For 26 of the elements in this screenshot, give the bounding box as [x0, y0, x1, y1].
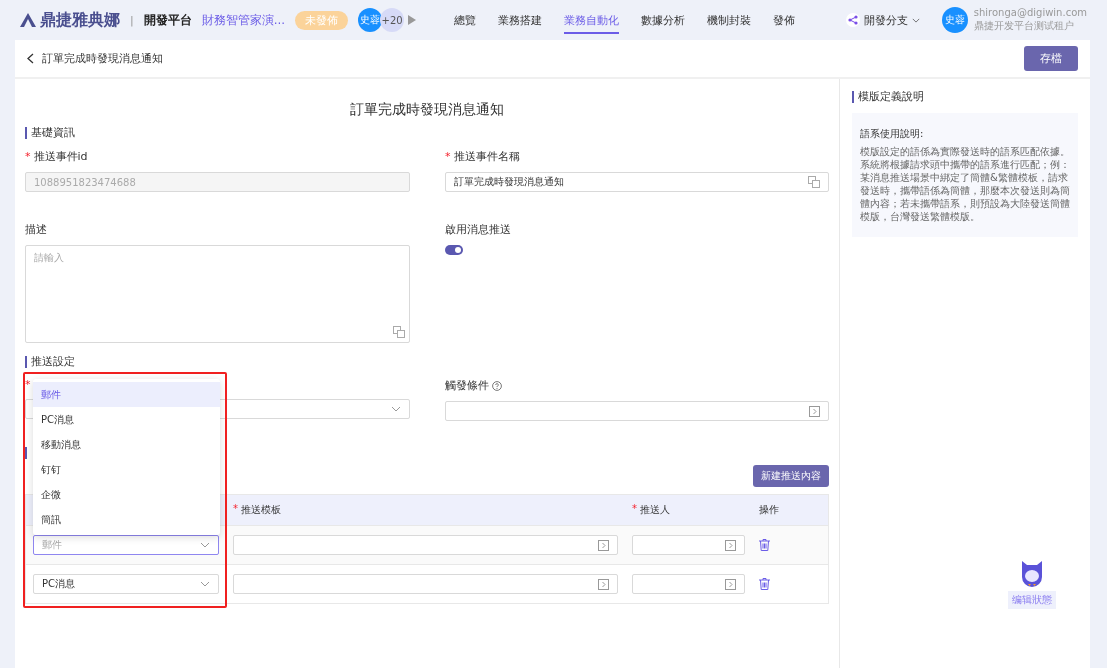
- platform-name: 開發平台: [143, 11, 192, 29]
- section-heading: 基礎資訊: [25, 127, 829, 139]
- field-label: 推送事件名稱: [453, 149, 520, 164]
- brand-name: 鼎捷雅典娜: [40, 9, 120, 31]
- note-text: 模版設定的語係為實際發送時的語系匹配依據。系統將根據請求頭中攜帶的語系進行匹配；例：某消息推送場景中綁定了簡體&繁體模板，請求發送時，攜帶語係為簡體，那麼本次發送則為簡體內容；若未攜帶語系，則預設為大陸發送簡體模版，台灣發送繁體模版。: [860, 145, 1070, 223]
- required-mark: *: [445, 150, 451, 163]
- field-label: 啟用消息推送: [445, 222, 511, 237]
- field-label: 描述: [25, 222, 47, 237]
- separator: |: [130, 13, 134, 27]
- section-heading: 模版定義說明: [852, 91, 1078, 103]
- column-header: 操作: [759, 503, 779, 517]
- required-mark: *: [233, 503, 238, 516]
- form-title: 訂單完成時發現消息通知: [349, 101, 505, 119]
- field-label: 觸發條件: [445, 378, 489, 393]
- field-label: 推送事件id: [33, 149, 88, 164]
- note-title: 語系使用說明:: [860, 127, 925, 141]
- column-header: 推送人: [640, 503, 670, 517]
- section-heading: 推送設定: [25, 356, 829, 368]
- tenant-name: 鼎捷开发平台测试租户: [973, 19, 1075, 33]
- user-email: shironga@digiwin.com: [973, 7, 1087, 18]
- required-mark: *: [25, 378, 31, 391]
- required-mark: *: [632, 503, 637, 516]
- status-badge: 未發佈: [295, 10, 349, 30]
- column-header: 推送模板: [241, 503, 281, 517]
- required-mark: *: [25, 150, 31, 163]
- page-title: 訂單完成時發現消息通知: [42, 51, 163, 66]
